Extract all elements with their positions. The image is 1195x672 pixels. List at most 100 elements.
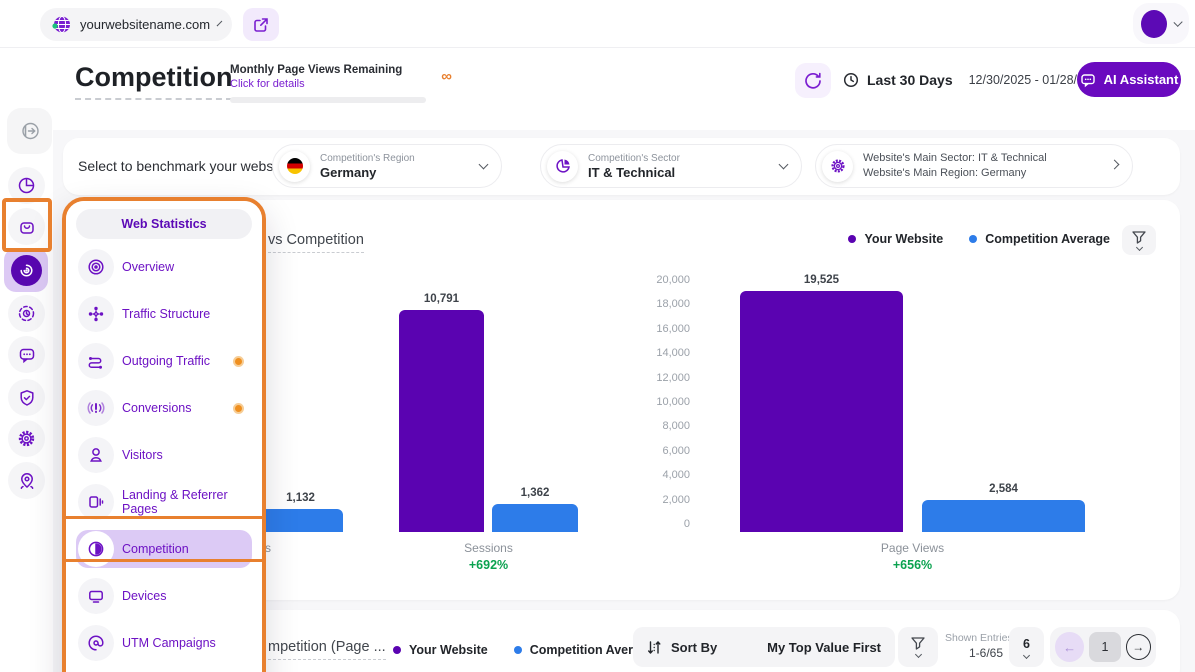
- menu-item-utm-campaigns[interactable]: UTM Campaigns: [76, 624, 252, 662]
- external-link-icon: [253, 17, 269, 33]
- legend-competition-average-label: Competition Average: [985, 232, 1110, 246]
- sidebar-item-web-statistics-active[interactable]: [4, 248, 48, 292]
- web-statistics-menu: Web Statistics Overview Traffic Structur…: [62, 197, 266, 672]
- arrow-right-icon: →: [1132, 640, 1144, 654]
- sector-pie-icon: [547, 151, 578, 182]
- sector-dropdown-label: Competition's Sector: [588, 153, 770, 164]
- visitors-icon: [78, 437, 114, 473]
- pie-chart-icon: [17, 176, 36, 195]
- chevron-down-icon: [779, 160, 789, 170]
- competition-sector-dropdown[interactable]: Competition's Sector IT & Technical: [540, 144, 802, 188]
- menu-item-outgoing-traffic[interactable]: Outgoing Traffic: [76, 342, 252, 380]
- open-website-button[interactable]: [243, 8, 279, 41]
- avatar: [1141, 10, 1167, 38]
- refresh-button[interactable]: [795, 63, 831, 98]
- legend-dot-purple: [848, 235, 856, 243]
- menu-item-label: Conversions: [122, 401, 191, 415]
- app-root: yourwebsitename.com: [0, 0, 1195, 672]
- y-axis-tick: 8,000: [630, 420, 690, 432]
- traffic-structure-icon: [78, 296, 114, 332]
- y-axis-tick: 16,000: [630, 323, 690, 335]
- y-axis-tick: 2,000: [630, 494, 690, 506]
- monthly-page-views: Monthly Page Views Remaining Click for d…: [230, 64, 430, 103]
- y-axis-tick: 18,000: [630, 298, 690, 310]
- competition-icon: [78, 531, 114, 567]
- click-for-details-link[interactable]: Click for details: [230, 78, 430, 90]
- bar-value: 2,584: [989, 483, 1018, 495]
- current-page: 1: [1089, 632, 1120, 662]
- ai-assistant-label: AI Assistant: [1104, 72, 1179, 87]
- bar-value: 19,525: [804, 274, 839, 286]
- previous-page-button[interactable]: ←: [1055, 632, 1084, 662]
- gear-icon: [17, 429, 36, 448]
- page-title: Competition: [75, 62, 232, 100]
- funnel-icon: [1132, 231, 1146, 244]
- icon-sidebar: [0, 48, 53, 672]
- website-main-info-card[interactable]: Website's Main Sector: IT & Technical We…: [815, 144, 1133, 188]
- menu-item-traffic-structure[interactable]: Traffic Structure: [76, 295, 252, 333]
- chevron-right-icon: [1110, 160, 1120, 170]
- devices-icon: [78, 578, 114, 614]
- gear-icon: [822, 151, 853, 182]
- y-axis-tick: 4,000: [630, 469, 690, 481]
- ai-assistant-button[interactable]: AI Assistant: [1077, 62, 1181, 97]
- website-main-sector: Website's Main Sector: IT & Technical: [863, 151, 1101, 166]
- y-axis-tick: 10,000: [630, 396, 690, 408]
- bar-visitors-competition-average[interactable]: 1,132: [258, 509, 343, 532]
- pagination: ← 1 →: [1050, 627, 1156, 667]
- menu-item-label: Landing & Referrer Pages: [122, 488, 250, 516]
- notification-badge: [233, 403, 244, 414]
- sidebar-item-retargeting[interactable]: [8, 295, 45, 332]
- sector-dropdown-value: IT & Technical: [588, 165, 770, 180]
- sidebar-item-analytics[interactable]: [8, 167, 45, 204]
- legend-your-website: Your Website: [848, 232, 943, 246]
- shown-entries-label: Shown Entries: [945, 632, 1003, 644]
- sort-by-control[interactable]: Sort By My Top Value First: [633, 627, 895, 667]
- shield-check-icon: [18, 389, 36, 407]
- next-page-button[interactable]: →: [1126, 634, 1151, 660]
- bar-sessions-competition-average[interactable]: 1,362: [492, 504, 578, 532]
- sidebar-item-security[interactable]: [8, 379, 45, 416]
- account-menu[interactable]: [1133, 3, 1189, 44]
- competition-region-dropdown[interactable]: Competition's Region Germany: [272, 144, 502, 188]
- chat-bubble-icon: [18, 346, 36, 364]
- sidebar-item-location[interactable]: [8, 462, 45, 499]
- bar-sessions-your-website[interactable]: 10,791: [399, 310, 484, 532]
- website-selector[interactable]: yourwebsitename.com: [40, 8, 232, 41]
- page-size-dropdown[interactable]: 6: [1009, 627, 1044, 667]
- sort-value: My Top Value First: [767, 640, 881, 655]
- menu-item-conversions[interactable]: Conversions: [76, 389, 252, 427]
- bottom-filter-button[interactable]: [898, 627, 938, 667]
- page-size-value: 6: [1023, 637, 1030, 651]
- expand-sidebar-button[interactable]: [7, 108, 52, 154]
- monthly-page-views-label: Monthly Page Views Remaining: [230, 64, 430, 76]
- menu-item-visitors[interactable]: Visitors: [76, 436, 252, 474]
- sort-by-label: Sort By: [671, 640, 717, 655]
- category-sessions: Sessions: [399, 541, 578, 555]
- infinity-quota: ∞: [441, 68, 452, 85]
- sidebar-item-settings[interactable]: [8, 420, 45, 457]
- chevron-down-icon: [479, 160, 489, 170]
- shown-entries: Shown Entries 1-6/65: [945, 632, 1003, 660]
- period-label: Last 30 Days: [867, 72, 953, 88]
- menu-item-label: Traffic Structure: [122, 307, 210, 321]
- legend-dot-blue: [969, 235, 977, 243]
- menu-item-competition[interactable]: Competition: [76, 530, 252, 568]
- chart-filter-button[interactable]: [1122, 225, 1156, 255]
- sidebar-item-feedback[interactable]: [8, 336, 45, 373]
- menu-item-overview[interactable]: Overview: [76, 248, 252, 286]
- sidebar-item-store[interactable]: [8, 208, 45, 245]
- chevron-down-icon: [1173, 17, 1183, 27]
- conversions-icon: [78, 390, 114, 426]
- page-header: Competition Monthly Page Views Remaining…: [53, 48, 1195, 130]
- quota-progress-bar: [230, 97, 426, 103]
- menu-item-label: Outgoing Traffic: [122, 354, 210, 368]
- funnel-icon: [911, 637, 925, 650]
- menu-item-devices[interactable]: Devices: [76, 577, 252, 615]
- bar-page-views-competition-average[interactable]: 2,584: [922, 500, 1085, 532]
- menu-item-landing-referrer-pages[interactable]: Landing & Referrer Pages: [76, 483, 252, 521]
- bar-page-views-your-website[interactable]: 19,525: [740, 291, 903, 532]
- menu-item-label: UTM Campaigns: [122, 636, 216, 650]
- bottom-legend: Your Website Competition Average: [393, 643, 655, 657]
- outgoing-traffic-icon: [78, 343, 114, 379]
